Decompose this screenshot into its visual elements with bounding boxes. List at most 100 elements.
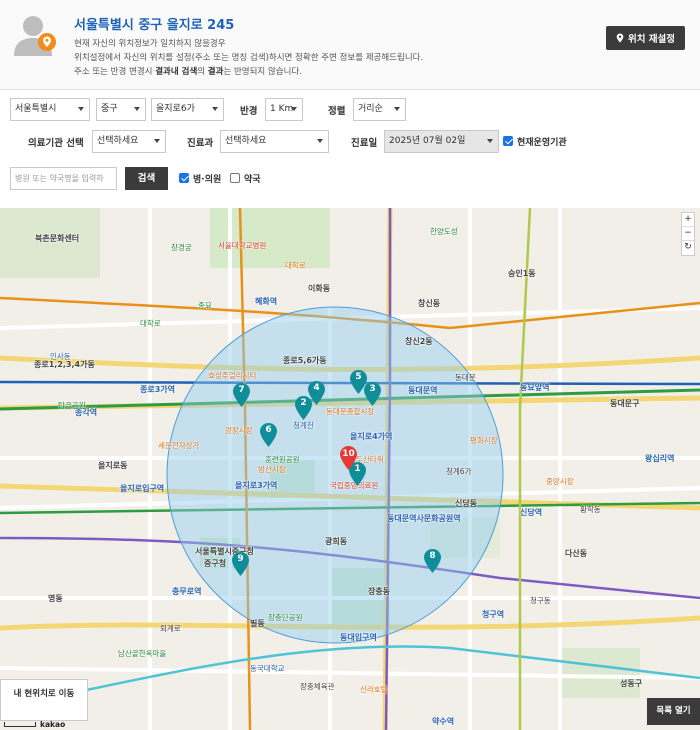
map-label: 훈련원공원 (265, 455, 300, 464)
map-label: 대학로 (140, 319, 161, 328)
note-3-part-1: 주소 또는 반경 변경시 (74, 67, 156, 77)
department-label: 진료과 (187, 138, 214, 149)
note-3-part-3: 는 반영되지 않습니다. (223, 67, 302, 77)
hospital-label: 병·의원 (193, 175, 222, 185)
reset-location-label: 위치 재설정 (627, 34, 675, 45)
map-label: 충무로역 (172, 587, 202, 596)
sort-select[interactable]: 거리순 (353, 98, 406, 121)
map-label: 동대문역 (408, 386, 438, 395)
map-label: 창신동 (418, 299, 441, 308)
map-label: 을지로동 (98, 461, 128, 470)
dong-select[interactable]: 을지로6가 (151, 98, 224, 121)
map-label: 세운전자상가 (158, 441, 200, 450)
map-label: 이화동 (308, 284, 331, 293)
operating-label: 현재운영기관 (517, 138, 567, 148)
map-label: 창신2동 (405, 337, 433, 346)
map-view[interactable]: 북촌문화센터 인사동 종로1,2,3,4가동 종로3가역 종각역 탑골공원 을지… (0, 208, 700, 730)
map-label: 동대문구 (610, 399, 640, 408)
map-label: 광희동 (325, 537, 348, 546)
location-note-1: 현재 자신의 위치정보가 일치하지 않을경우 (74, 39, 226, 49)
refresh-map-button[interactable]: ↻ (682, 241, 694, 255)
radius-label: 반경 (240, 106, 258, 117)
search-input[interactable]: 병원 또는 약국명을 입력하 (10, 167, 117, 190)
map-label: 을지로입구역 (120, 484, 165, 493)
search-button[interactable]: 검색 (125, 167, 168, 190)
map-label: 동대입구역 (340, 633, 377, 642)
map-label: 창경궁 (171, 243, 192, 252)
selected-hospital-marker[interactable]: 10 (340, 446, 357, 470)
map-label: 장충단공원 (268, 613, 303, 622)
map-label: 다산동 (565, 549, 588, 558)
hospital-marker[interactable]: 6 (260, 423, 277, 447)
hospital-marker[interactable]: 9 (232, 552, 249, 576)
map-label: 동대문 (455, 373, 476, 382)
map-label: 중앙시장 (546, 477, 574, 486)
map-label: 을지로3가역 (235, 481, 278, 490)
radius-select[interactable]: 1 Km (265, 98, 303, 121)
map-label: 방산시장 (258, 465, 286, 474)
hospital-marker[interactable]: 5 (350, 370, 367, 394)
department-select[interactable]: 선택하세요 (220, 130, 329, 153)
map-label: 종로3가역 (140, 385, 176, 394)
location-pin-icon (38, 33, 56, 51)
my-location-button[interactable]: 내 현위치로 이동 (0, 679, 88, 721)
map-label: 효성주얼리시티 (208, 371, 257, 380)
map-label: 청구동 (530, 596, 551, 605)
institution-label: 의료기관 선택 (28, 138, 84, 149)
map-label: 북촌문화센터 (35, 234, 80, 243)
institution-select[interactable]: 선택하세요 (92, 130, 166, 153)
map-label: 종묘 (198, 301, 212, 310)
map-label: 을지로4가역 (350, 432, 393, 441)
map-logo: kakao (4, 720, 65, 729)
location-header: 서울특별시 중구 을지로 245 현재 자신의 위치정보가 일치하지 않을경우 … (0, 0, 700, 90)
map-label: 명동 (48, 594, 63, 603)
location-pin-icon (616, 33, 624, 43)
marker-number: 6 (265, 425, 272, 435)
map-label: 동대문역사문화공원역 (387, 514, 461, 523)
map-label: 약수역 (432, 717, 455, 726)
pharmacy-checkbox[interactable] (230, 173, 240, 183)
hospital-marker[interactable]: 4 (308, 381, 325, 405)
current-address: 서울특별시 중구 을지로 245 (74, 18, 235, 33)
map-label: 신당동 (455, 499, 478, 508)
map-label: 숭인1동 (508, 269, 536, 278)
map-label: 한양도성 (430, 227, 458, 236)
hospital-marker[interactable]: 8 (424, 549, 441, 573)
note-3-part-2: 의 (197, 67, 208, 77)
hospital-marker[interactable]: 7 (233, 383, 250, 407)
date-select[interactable]: 2025년 07월 02일 (384, 130, 499, 153)
zoom-in-button[interactable]: + (682, 213, 694, 227)
map-label: 성동구 (620, 679, 643, 688)
zoom-out-button[interactable]: − (682, 227, 694, 241)
marker-number: 8 (429, 551, 436, 561)
map-label: 서울대학교병원 (218, 241, 267, 250)
map-label: 청계천 (293, 421, 314, 430)
map-label: 장충동 (368, 587, 391, 596)
map-label: 남산골한옥마을 (118, 649, 167, 658)
operating-checkbox[interactable] (503, 136, 513, 146)
gu-select[interactable]: 중구 (96, 98, 146, 121)
map-label: 중구청 (204, 559, 227, 568)
map-label: 종로5,6가동 (283, 356, 327, 365)
marker-number: 5 (355, 372, 362, 382)
map-label: 종로1,2,3,4가동 (34, 360, 95, 369)
map-label: 평화시장 (470, 436, 498, 445)
marker-number: 9 (237, 554, 244, 564)
map-label: 신당역 (520, 508, 543, 517)
map-label: 신라호텔 (360, 685, 388, 694)
reset-location-button[interactable]: 위치 재설정 (605, 26, 685, 50)
note-3-bold-2: 결과 (207, 67, 224, 77)
open-list-button[interactable]: 목록 열기 (647, 698, 700, 725)
map-label: 대학로 (285, 261, 306, 270)
map-label: 필동 (250, 619, 265, 628)
date-label: 진료일 (351, 138, 378, 149)
map-label: 동국대학교 (250, 664, 285, 673)
map-label: 청구역 (482, 610, 505, 619)
hospital-checkbox[interactable] (179, 173, 189, 183)
marker-number: 10 (342, 449, 355, 459)
map-label: 탑골공원 (58, 401, 86, 410)
map-label: 동대문종합시장 (326, 407, 375, 416)
zoom-control: + − ↻ (681, 212, 695, 256)
map-label: 퇴계로 (160, 624, 181, 633)
sido-select[interactable]: 서울특별시 (10, 98, 90, 121)
